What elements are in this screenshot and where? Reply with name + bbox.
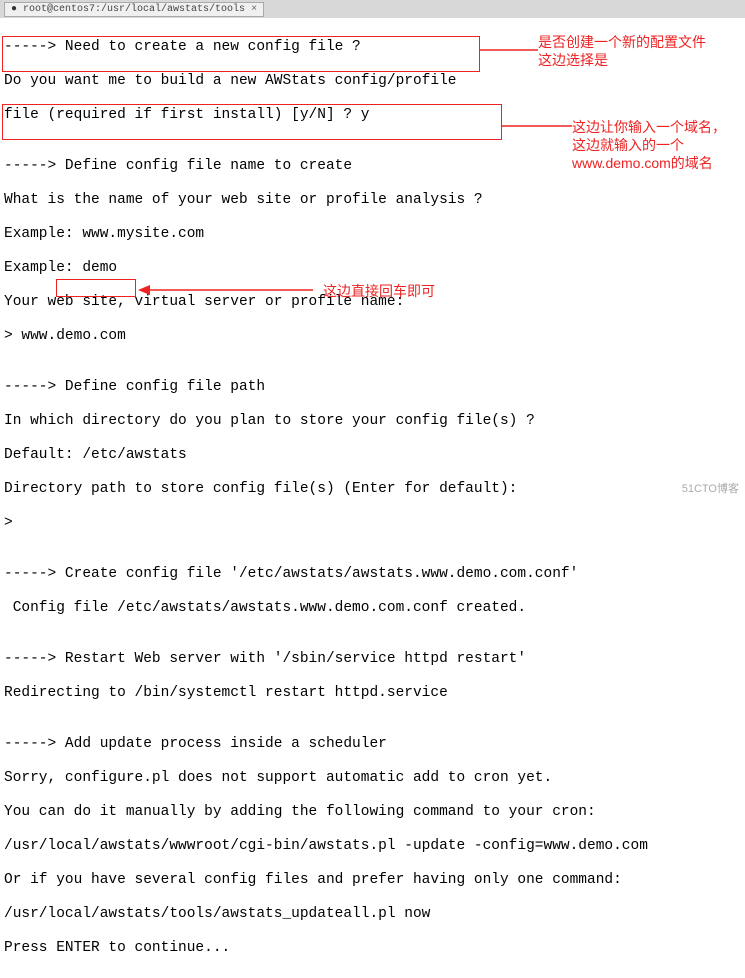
annotation-2: 这边让你输入一个域名， 这边就输入的一个 www.demo.com的域名 xyxy=(572,118,726,172)
term-line: > www.demo.com xyxy=(4,328,741,345)
term-line: You can do it manually by adding the fol… xyxy=(4,804,741,821)
term-line: Config file /etc/awstats/awstats.www.dem… xyxy=(4,600,741,617)
term-line: > xyxy=(4,515,741,532)
term-line: In which directory do you plan to store … xyxy=(4,413,741,430)
term-line: -----> Restart Web server with '/sbin/se… xyxy=(4,651,741,668)
term-line: Sorry, configure.pl does not support aut… xyxy=(4,770,741,787)
term-line: Default: /etc/awstats xyxy=(4,447,741,464)
term-line: Example: demo xyxy=(4,260,741,277)
term-line: Do you want me to build a new AWStats co… xyxy=(4,73,741,90)
term-line: Or if you have several config files and … xyxy=(4,872,741,889)
terminal-tab[interactable]: ● root@centos7:/usr/local/awstats/tools … xyxy=(4,2,264,17)
term-line: Directory path to store config file(s) (… xyxy=(4,481,741,498)
term-line: -----> Define config file path xyxy=(4,379,741,396)
term-line: Press ENTER to continue... xyxy=(4,940,741,957)
term-line: -----> Add update process inside a sched… xyxy=(4,736,741,753)
annotation-3: 这边直接回车即可 xyxy=(323,282,435,300)
tab-bullet-icon: ● xyxy=(11,4,17,15)
term-line: /usr/local/awstats/tools/awstats_updatea… xyxy=(4,906,741,923)
tab-title: root@centos7:/usr/local/awstats/tools xyxy=(23,4,245,15)
term-line: /usr/local/awstats/wwwroot/cgi-bin/awsta… xyxy=(4,838,741,855)
term-line: Redirecting to /bin/systemctl restart ht… xyxy=(4,685,741,702)
highlight-box-3 xyxy=(56,279,136,297)
tab-bar: ● root@centos7:/usr/local/awstats/tools … xyxy=(0,0,745,18)
watermark: 51CTO博客 xyxy=(682,480,739,496)
term-line: What is the name of your web site or pro… xyxy=(4,192,741,209)
close-icon[interactable]: × xyxy=(251,4,257,15)
annotation-1: 是否创建一个新的配置文件 这边选择是 xyxy=(538,33,706,69)
term-line: -----> Create config file '/etc/awstats/… xyxy=(4,566,741,583)
term-line: Example: www.mysite.com xyxy=(4,226,741,243)
